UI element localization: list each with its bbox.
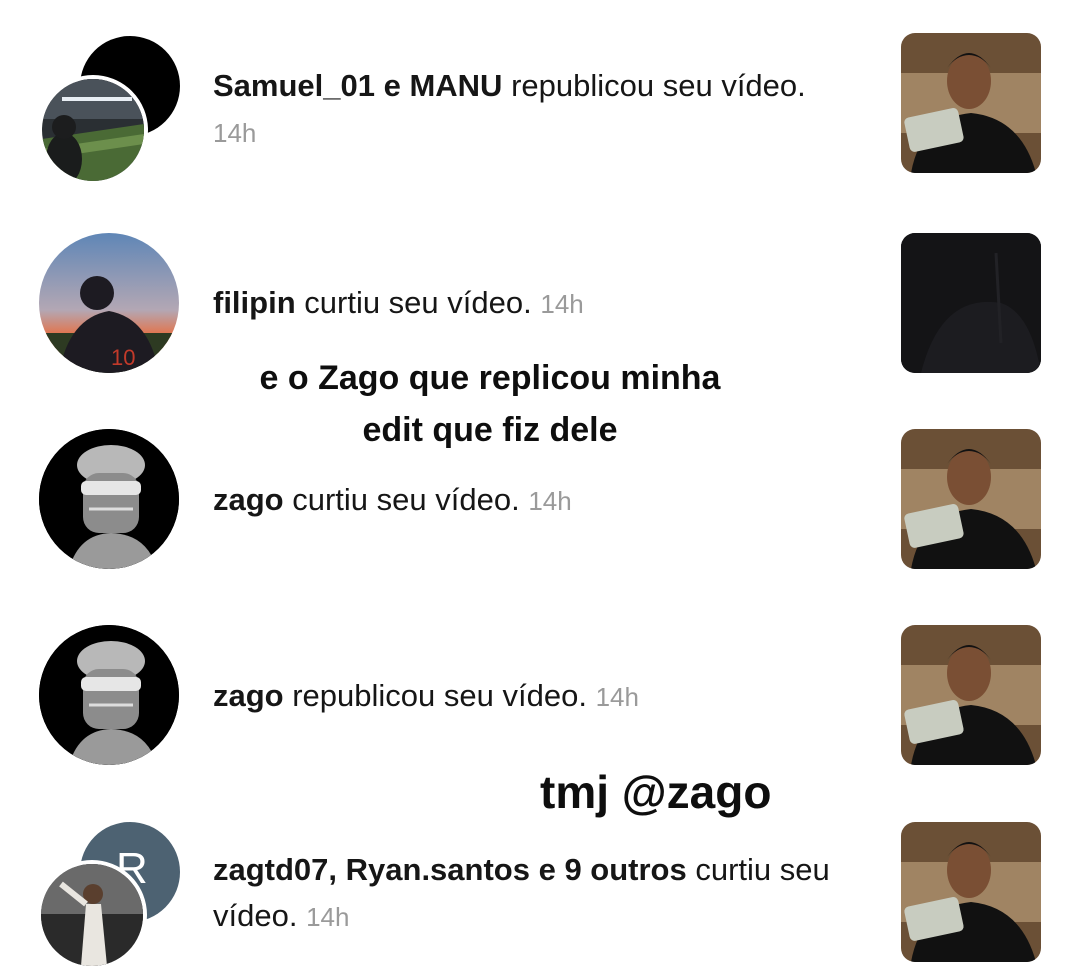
notification-text: zago republicou seu vídeo. 14h xyxy=(213,673,878,720)
caption-tmj: tmj @zago xyxy=(540,762,820,822)
timestamp: 14h xyxy=(595,682,639,712)
username[interactable]: zago xyxy=(213,482,284,517)
username[interactable]: Samuel_01 e MANU xyxy=(213,68,502,103)
timestamp: 14h xyxy=(213,118,257,148)
action-text: republicou seu vídeo. xyxy=(283,678,587,713)
caption-overlay: e o Zago que replicou minha edit que fiz… xyxy=(210,352,770,456)
svg-text:10: 10 xyxy=(111,345,135,370)
action-text: republicou seu vídeo. xyxy=(502,68,806,103)
username[interactable]: zagtd07, Ryan.santos e 9 outros xyxy=(213,852,687,887)
timestamp: 14h xyxy=(528,486,572,516)
username[interactable]: filipin xyxy=(213,285,296,320)
notification-text: zagtd07, Ryan.santos e 9 outros curtiu s… xyxy=(213,847,878,940)
caption-line-1: e o Zago que replicou minha xyxy=(259,359,721,397)
avatar-statue[interactable] xyxy=(39,625,179,765)
avatar-sunset[interactable]: 10 xyxy=(39,233,179,373)
video-thumbnail[interactable] xyxy=(901,429,1041,569)
action-text: curtiu seu vídeo. xyxy=(295,285,532,320)
caption-line-2: edit que fiz dele xyxy=(362,411,618,449)
video-thumbnail[interactable] xyxy=(901,822,1041,962)
action-text: curtiu seu vídeo. xyxy=(283,482,520,517)
caption-tmj-text: tmj @zago xyxy=(540,766,772,818)
video-thumbnail[interactable] xyxy=(901,33,1041,173)
notification-text: filipin curtiu seu vídeo. 14h xyxy=(213,280,878,327)
notification-text: zago curtiu seu vídeo. 14h xyxy=(213,477,878,524)
avatar-stadium[interactable] xyxy=(38,75,148,185)
timestamp: 14h xyxy=(306,902,350,932)
avatar-statue[interactable] xyxy=(39,429,179,569)
timestamp: 14h xyxy=(540,289,584,319)
video-thumbnail[interactable] xyxy=(901,625,1041,765)
notification-text: Samuel_01 e MANU republicou seu vídeo. 1… xyxy=(213,63,878,156)
video-thumbnail[interactable] xyxy=(901,233,1041,373)
avatar-stadium-player[interactable] xyxy=(37,860,147,970)
username[interactable]: zago xyxy=(213,678,284,713)
